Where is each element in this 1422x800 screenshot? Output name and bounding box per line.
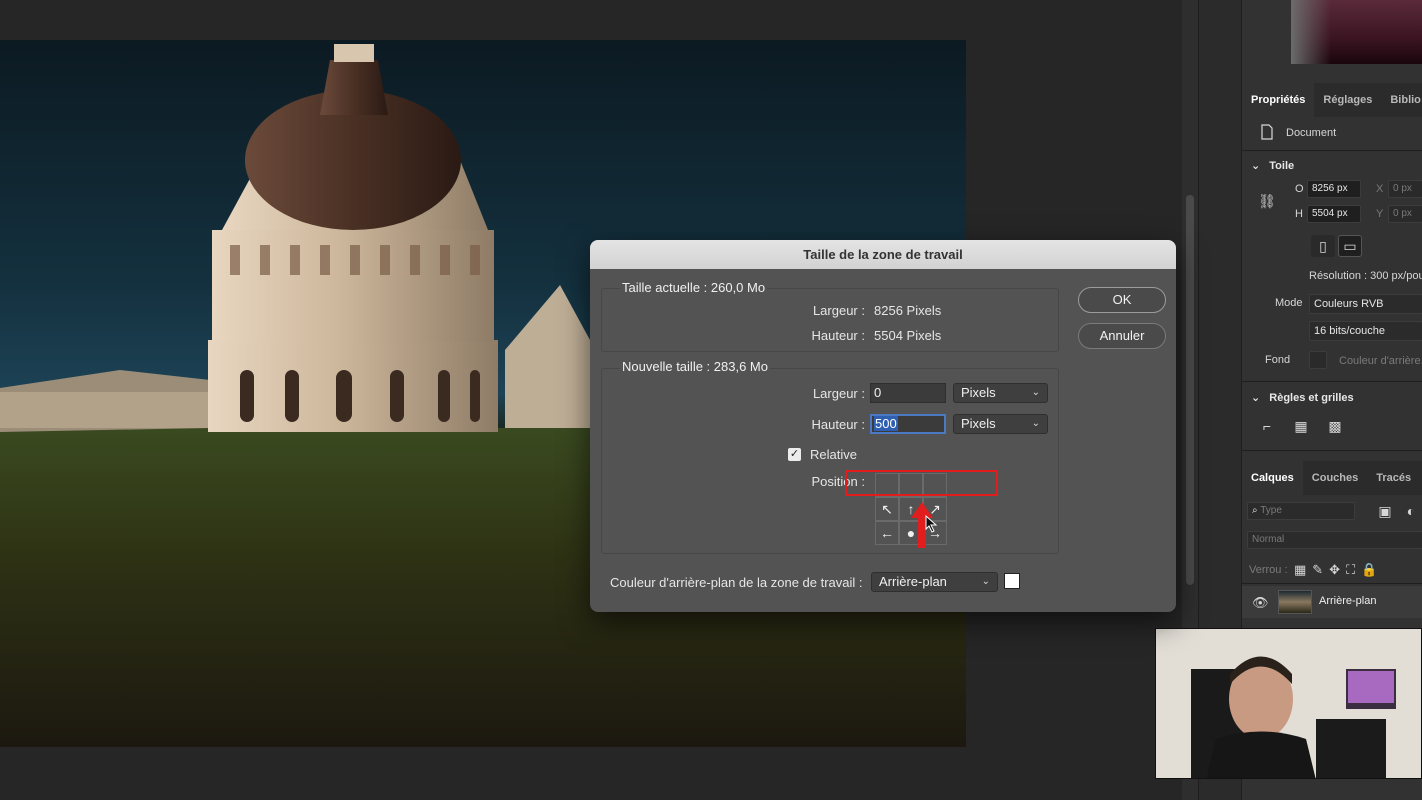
scrollbar-thumb[interactable] [1186, 195, 1194, 585]
width-input[interactable]: 0 [870, 383, 946, 403]
current-height-value: 5504 Pixels [874, 328, 942, 343]
current-width-label: Largeur : [812, 303, 865, 318]
bg-color-select[interactable]: Arrière-plan ⌄ [871, 572, 998, 592]
document-icon [1255, 121, 1279, 143]
new-size-title: Nouvelle taille : 283,6 Mo [620, 359, 770, 374]
height-label: Hauteur : [811, 417, 865, 432]
image-filter-icon[interactable]: ▣ [1373, 500, 1397, 522]
arrow-up-left-icon: ↖ [881, 500, 893, 517]
color-picker-field[interactable] [1291, 0, 1422, 64]
layer-thumbnail [1278, 590, 1312, 614]
chevron-down-icon: ⌄ [1031, 387, 1040, 398]
bit-depth-select[interactable]: 16 bits/couche [1309, 321, 1422, 341]
pixel-grid-icon[interactable]: ▩ [1323, 415, 1347, 437]
bg-color-value: Arrière-plan [879, 574, 947, 589]
width-unit-value: Pixels [961, 385, 996, 400]
link-icon[interactable]: ⛓ [1255, 190, 1279, 212]
grid-icon[interactable]: ▦ [1289, 415, 1313, 437]
adjustment-filter-icon[interactable]: ◐ [1399, 500, 1422, 522]
tab-channels[interactable]: Couches [1303, 461, 1367, 495]
canvas-width-input[interactable]: 8256 px [1307, 180, 1361, 198]
layer-filter-label: Type [1260, 505, 1282, 516]
layer-name: Arrière-plan [1319, 595, 1377, 607]
tab-libraries[interactable]: Biblio [1381, 83, 1422, 117]
tab-layers[interactable]: Calques [1242, 461, 1303, 495]
canvas-section-header[interactable]: ⌄ Toile [1251, 159, 1294, 172]
width-label: O [1295, 183, 1304, 195]
chevron-down-icon: ⌄ [1251, 392, 1261, 404]
lock-icons[interactable]: ▦✎✥⛶🔒 [1294, 562, 1383, 578]
chevron-down-icon: ⌄ [981, 576, 990, 587]
document-label: Document [1286, 127, 1337, 139]
mode-label: Mode [1275, 297, 1303, 309]
canvas-section-label: Toile [1269, 160, 1295, 172]
chevron-down-icon: ⌄ [1251, 160, 1261, 172]
anchor-middle-left[interactable]: ↖ [875, 497, 899, 521]
rules-section-label: Règles et grilles [1269, 392, 1354, 404]
blend-mode-select[interactable]: Normal [1247, 531, 1422, 549]
presenter-video [1156, 629, 1421, 778]
layers-tabs: Calques Couches Tracés [1242, 461, 1422, 495]
layer-filter-select[interactable]: ⌕ Type [1247, 502, 1355, 520]
canvas-y-input[interactable]: 0 px [1388, 205, 1422, 223]
landscape-orientation-icon[interactable]: ▭ [1338, 235, 1362, 257]
mouse-cursor-icon [925, 515, 938, 533]
bg-color-label: Couleur d'arrière-plan de la zone de tra… [610, 575, 863, 590]
tab-properties[interactable]: Propriétés [1242, 83, 1315, 117]
height-label: H [1295, 208, 1303, 220]
fill-select[interactable]: Couleur d'arrière... [1339, 355, 1422, 367]
y-label: Y [1376, 208, 1384, 220]
width-label: Largeur : [812, 386, 865, 401]
rules-section-header[interactable]: ⌄ Règles et grilles [1251, 391, 1354, 404]
height-unit-select[interactable]: Pixels ⌄ [953, 414, 1048, 434]
canvas-size-dialog: Taille de la zone de travail Taille actu… [590, 240, 1176, 612]
canvas-x-input[interactable]: 0 px [1388, 180, 1422, 198]
current-size-title: Taille actuelle : 260,0 Mo [620, 280, 768, 295]
eye-icon[interactable]: 👁 [1252, 595, 1269, 611]
x-label: X [1376, 183, 1384, 195]
rulers-icon[interactable]: ⌐ [1255, 415, 1279, 437]
height-unit-value: Pixels [961, 416, 996, 431]
layer-row[interactable]: 👁 Arrière-plan [1242, 586, 1422, 618]
tab-paths[interactable]: Tracés [1367, 461, 1420, 495]
height-input-value: 500 [874, 416, 898, 431]
color-mode-select[interactable]: Couleurs RVB [1309, 294, 1422, 314]
chevron-down-icon: ⌄ [1031, 418, 1040, 429]
width-unit-select[interactable]: Pixels ⌄ [953, 383, 1048, 403]
resolution-text: Résolution : 300 px/pouce [1309, 270, 1422, 282]
fill-label: Fond [1265, 354, 1291, 366]
ok-button[interactable]: OK [1078, 287, 1166, 313]
anchor-bottom-left[interactable]: ← [875, 521, 899, 545]
arrow-left-icon: ← [880, 525, 894, 541]
current-width-value: 8256 Pixels [874, 303, 942, 318]
relative-checkbox[interactable]: ✓ [788, 448, 801, 461]
dialog-title[interactable]: Taille de la zone de travail [590, 240, 1176, 269]
search-icon: ⌕ [1252, 505, 1258, 516]
bg-color-swatch[interactable] [1004, 573, 1020, 589]
webcam-overlay [1155, 628, 1422, 779]
lock-label: Verrou : [1249, 564, 1288, 576]
cancel-button[interactable]: Annuler [1078, 323, 1166, 349]
current-height-label: Hauteur : [811, 328, 865, 343]
fill-color-swatch[interactable] [1309, 351, 1327, 369]
checkmark-icon: ✓ [789, 448, 800, 460]
portrait-orientation-icon[interactable]: ▯ [1311, 235, 1335, 257]
height-input[interactable]: 500 [870, 414, 946, 434]
relative-label[interactable]: Relative [810, 447, 857, 462]
tab-adjustments[interactable]: Réglages [1314, 83, 1381, 117]
properties-tabs: Propriétés Réglages Biblio [1242, 83, 1422, 117]
highlight-annotation-box [845, 470, 998, 496]
canvas-height-input[interactable]: 5504 px [1307, 205, 1361, 223]
